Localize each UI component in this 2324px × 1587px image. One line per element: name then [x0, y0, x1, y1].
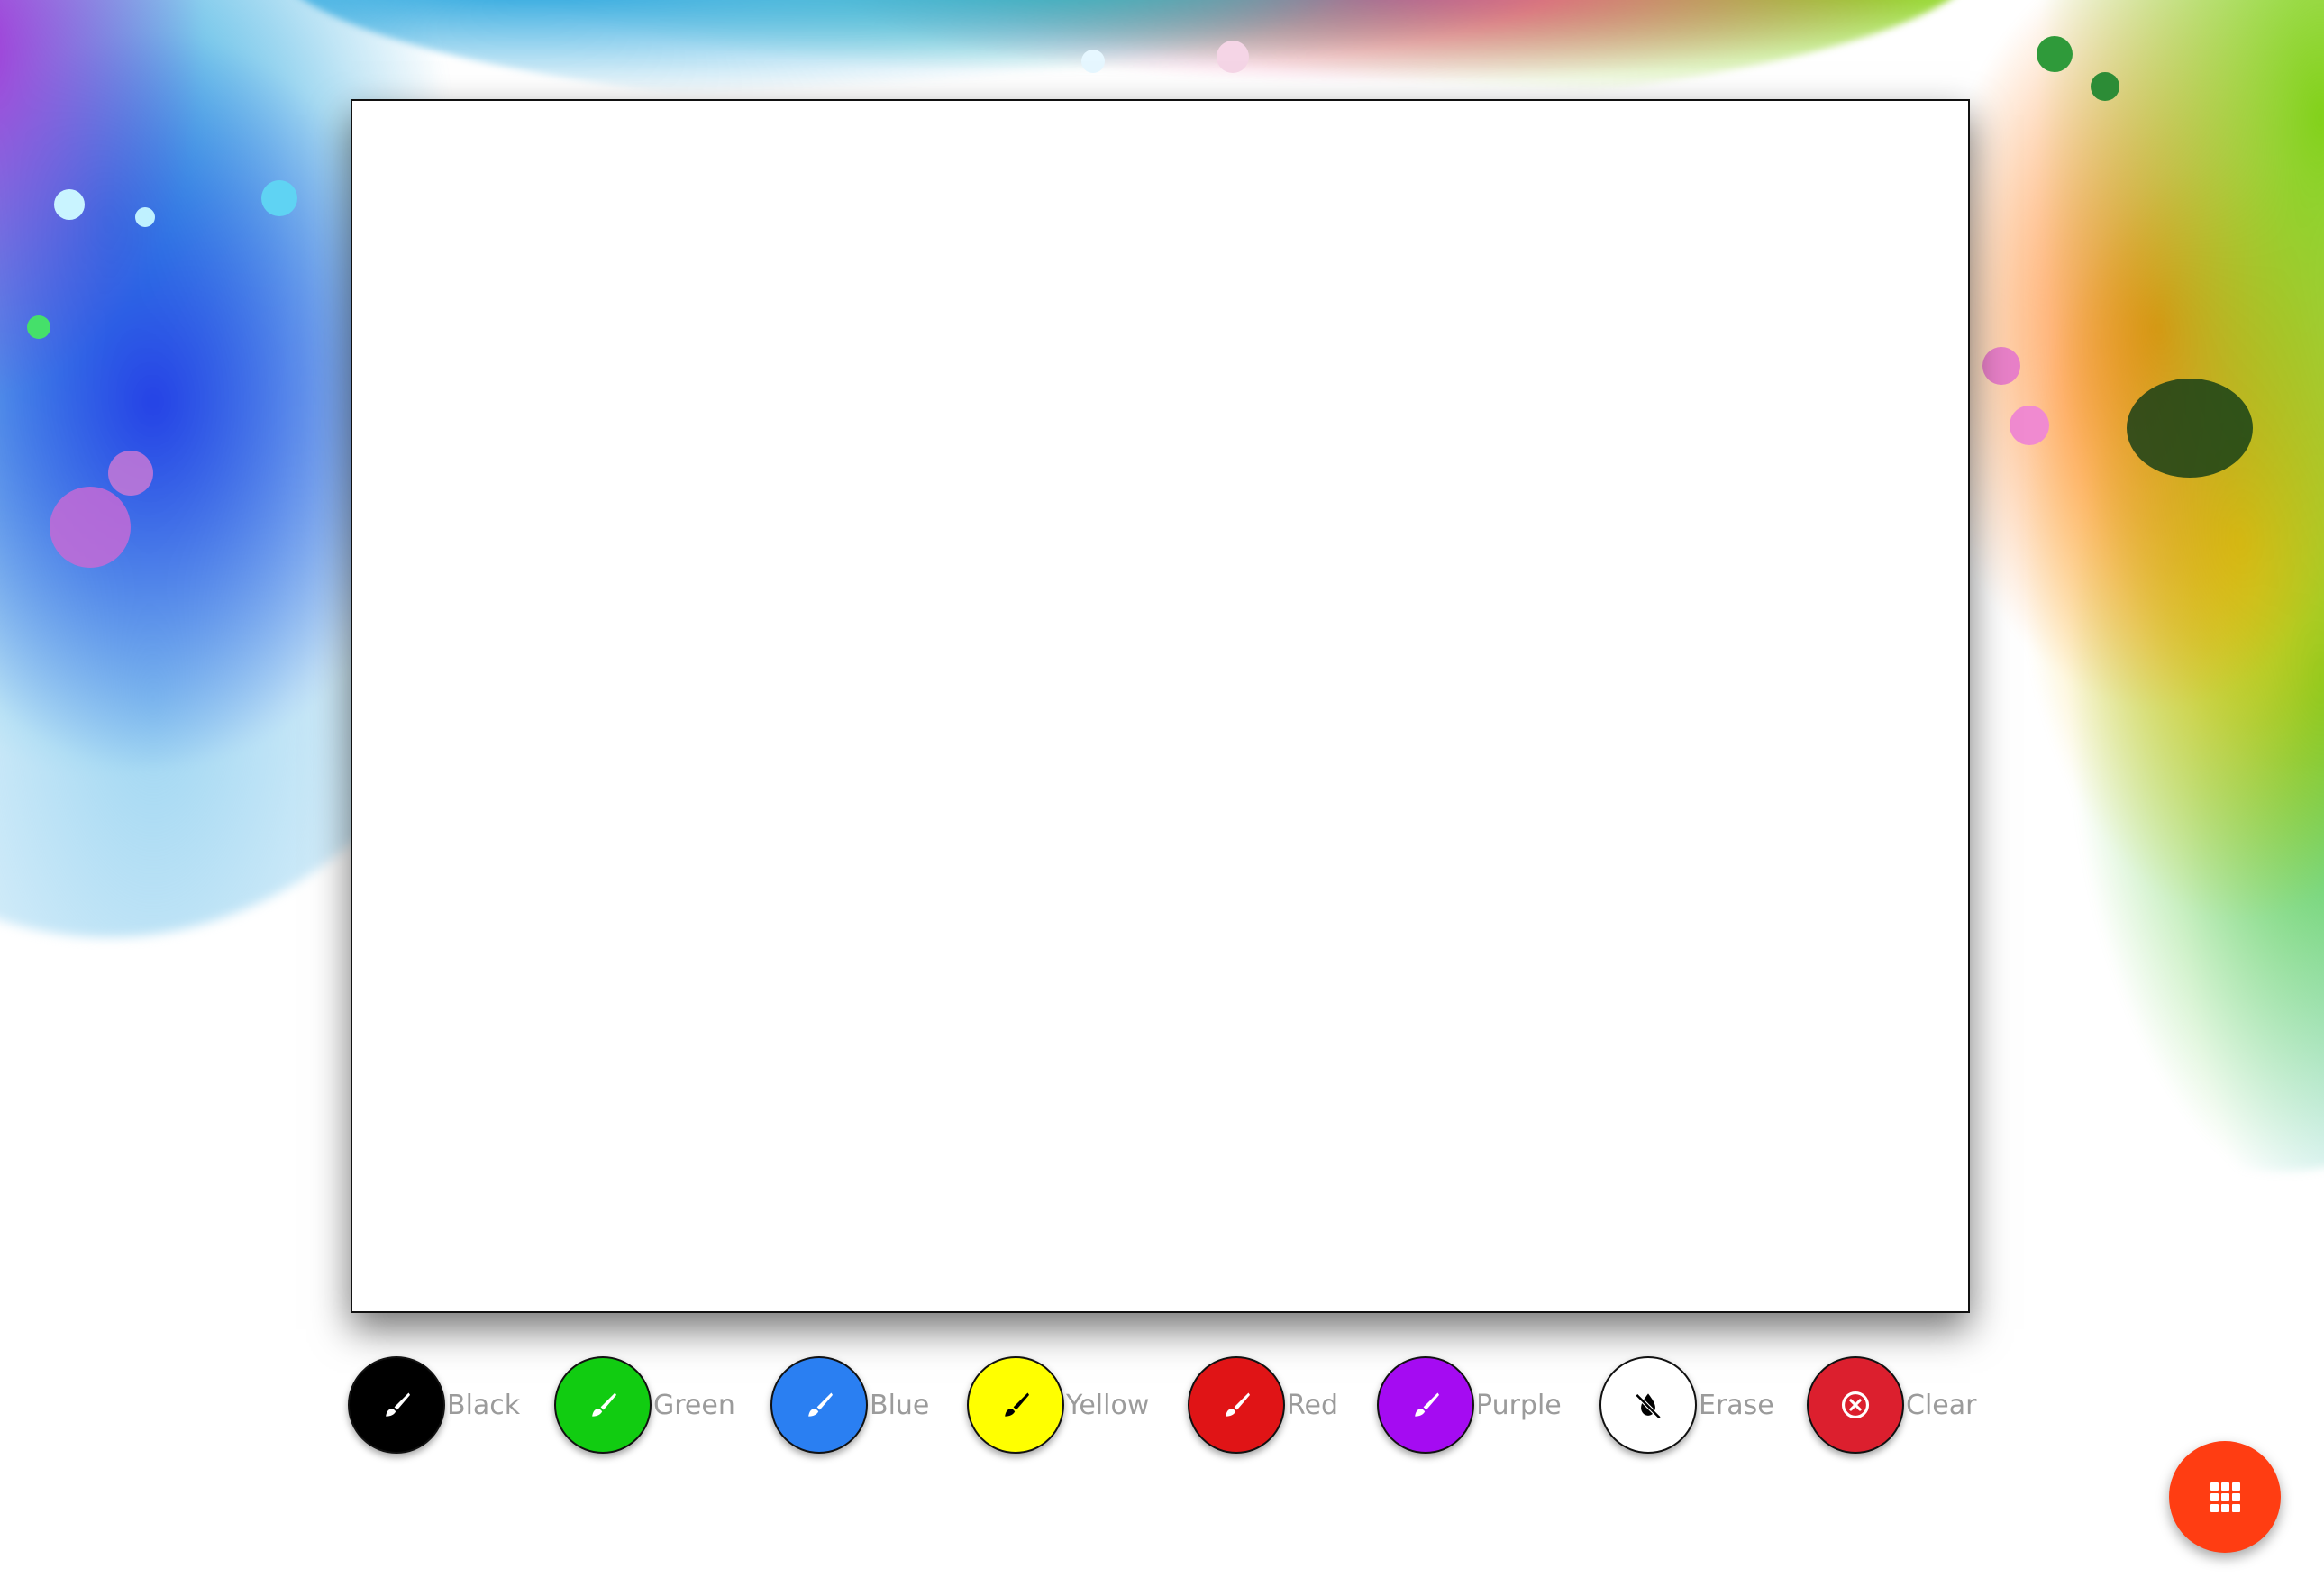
eraser-icon [1635, 1393, 1662, 1419]
paint-droplet [54, 189, 85, 220]
brush-icon [592, 1392, 617, 1417]
tool-label: Red [1287, 1389, 1338, 1421]
paint-droplet [261, 180, 297, 216]
brush-icon [1226, 1392, 1251, 1417]
tool-erase-button[interactable]: Erase [1599, 1356, 1774, 1454]
tool-label: Blue [870, 1389, 930, 1421]
paint-droplet [2037, 36, 2073, 72]
paint-droplet [50, 487, 131, 568]
erase-swatch[interactable] [1599, 1356, 1697, 1454]
tool-label: Clear [1906, 1389, 1977, 1421]
red-swatch[interactable] [1188, 1356, 1285, 1454]
tool-label: Erase [1699, 1389, 1774, 1421]
brush-icon [1005, 1392, 1030, 1417]
clear-circle-x-icon [1841, 1391, 1870, 1419]
paint-droplet [2010, 406, 2049, 445]
clear-swatch[interactable] [1807, 1356, 1904, 1454]
paint-droplet [108, 451, 153, 496]
tool-purple-button[interactable]: Purple [1377, 1356, 1562, 1454]
tool-label: Yellow [1066, 1389, 1150, 1421]
brush-icon [386, 1392, 411, 1417]
tool-label: Green [653, 1389, 735, 1421]
apps-menu-fab-button[interactable] [2169, 1441, 2281, 1553]
brush-icon [1415, 1392, 1440, 1417]
green-swatch[interactable] [554, 1356, 652, 1454]
paint-droplet [27, 315, 50, 339]
tool-label: Purple [1476, 1389, 1562, 1421]
purple-swatch[interactable] [1377, 1356, 1474, 1454]
tool-green-button[interactable]: Green [554, 1356, 735, 1454]
tool-clear-button[interactable]: Clear [1807, 1356, 1976, 1454]
tool-red-button[interactable]: Red [1188, 1356, 1338, 1454]
tool-yellow-button[interactable]: Yellow [967, 1356, 1149, 1454]
paint-droplet [1217, 41, 1249, 73]
tool-label: Black [447, 1389, 521, 1421]
paint-droplet [135, 207, 155, 227]
tool-blue-button[interactable]: Blue [770, 1356, 929, 1454]
apps-grid-icon [2210, 1482, 2240, 1512]
paint-splatter-dark [2127, 379, 2253, 478]
paint-droplet [2091, 72, 2119, 101]
paint-droplet [1081, 50, 1105, 73]
yellow-swatch[interactable] [967, 1356, 1064, 1454]
black-swatch[interactable] [348, 1356, 445, 1454]
paint-droplet [1982, 347, 2020, 385]
blue-swatch[interactable] [770, 1356, 868, 1454]
drawing-canvas[interactable] [351, 99, 1970, 1313]
tool-black-button[interactable]: Black [348, 1356, 520, 1454]
brush-icon [808, 1392, 834, 1417]
